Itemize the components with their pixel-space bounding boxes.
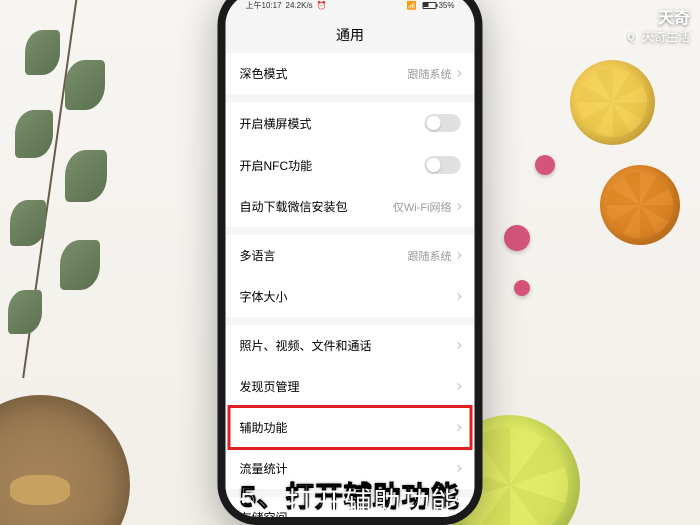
- chevron-right-icon: [454, 383, 461, 390]
- setting-font-size[interactable]: 字体大小: [226, 276, 475, 317]
- watermark-logo-icon: Q: [624, 30, 638, 44]
- settings-list: 深色模式 跟随系统 开启横屏模式 开启NFC功能: [226, 53, 475, 517]
- toggle-switch[interactable]: [425, 114, 461, 132]
- setting-label: 开启横屏模式: [240, 115, 312, 132]
- chevron-right-icon: [454, 252, 461, 259]
- phone-screen: 上午10:17 24.2K/s ⏰ 📶 35% 通用: [226, 0, 475, 517]
- watermark-brand: 天奇: [624, 4, 690, 28]
- chevron-right-icon: [454, 424, 461, 431]
- setting-discover[interactable]: 发现页管理: [226, 366, 475, 407]
- chevron-right-icon: [454, 342, 461, 349]
- toggle-switch[interactable]: [425, 156, 461, 174]
- alarm-icon: ⏰: [317, 1, 327, 10]
- chevron-right-icon: [454, 293, 461, 300]
- tutorial-scene: 上午10:17 24.2K/s ⏰ 📶 35% 通用: [0, 0, 700, 525]
- setting-label: 照片、视频、文件和通话: [240, 337, 372, 354]
- setting-label: 深色模式: [240, 65, 288, 82]
- setting-value: 跟随系统: [408, 248, 452, 264]
- signal-icon: 📶: [407, 1, 417, 10]
- setting-label: 辅助功能: [240, 419, 288, 436]
- setting-accessibility[interactable]: 辅助功能: [226, 407, 475, 448]
- page-title: 通用: [226, 17, 475, 53]
- chevron-right-icon: [454, 203, 461, 210]
- battery-indicator: 35%: [422, 1, 454, 10]
- orange-slice: [600, 165, 680, 245]
- pink-flower: [514, 280, 530, 296]
- setting-dark-mode[interactable]: 深色模式 跟随系统: [226, 53, 475, 94]
- nuts: [10, 475, 70, 505]
- status-speed: 24.2K/s: [286, 1, 313, 10]
- setting-language[interactable]: 多语言 跟随系统: [226, 235, 475, 276]
- chevron-right-icon: [454, 70, 461, 77]
- setting-landscape[interactable]: 开启横屏模式: [226, 102, 475, 144]
- setting-label: 字体大小: [240, 288, 288, 305]
- lemon-slice: [570, 60, 655, 145]
- pink-flower: [504, 225, 530, 251]
- setting-label: 发现页管理: [240, 378, 300, 395]
- setting-label: 开启NFC功能: [240, 157, 313, 174]
- chevron-right-icon: [454, 465, 461, 472]
- watermark-subtitle: 天奇生活: [642, 28, 690, 45]
- watermark: 天奇 Q 天奇生活: [624, 4, 690, 45]
- phone-frame: 上午10:17 24.2K/s ⏰ 📶 35% 通用: [218, 0, 483, 525]
- wood-plate: [0, 395, 130, 525]
- step-caption: 5、打开辅助功能 5、打开辅助功能: [240, 475, 460, 515]
- setting-auto-download[interactable]: 自动下载微信安装包 仅Wi-Fi网络: [226, 186, 475, 227]
- status-bar: 上午10:17 24.2K/s ⏰ 📶 35%: [226, 0, 475, 17]
- pink-flower: [535, 155, 555, 175]
- setting-label: 自动下载微信安装包: [240, 198, 348, 215]
- status-time: 上午10:17: [246, 0, 282, 11]
- setting-value: 仅Wi-Fi网络: [393, 199, 452, 215]
- setting-nfc[interactable]: 开启NFC功能: [226, 144, 475, 186]
- setting-value: 跟随系统: [408, 66, 452, 82]
- setting-media[interactable]: 照片、视频、文件和通话: [226, 325, 475, 366]
- setting-label: 多语言: [240, 247, 276, 264]
